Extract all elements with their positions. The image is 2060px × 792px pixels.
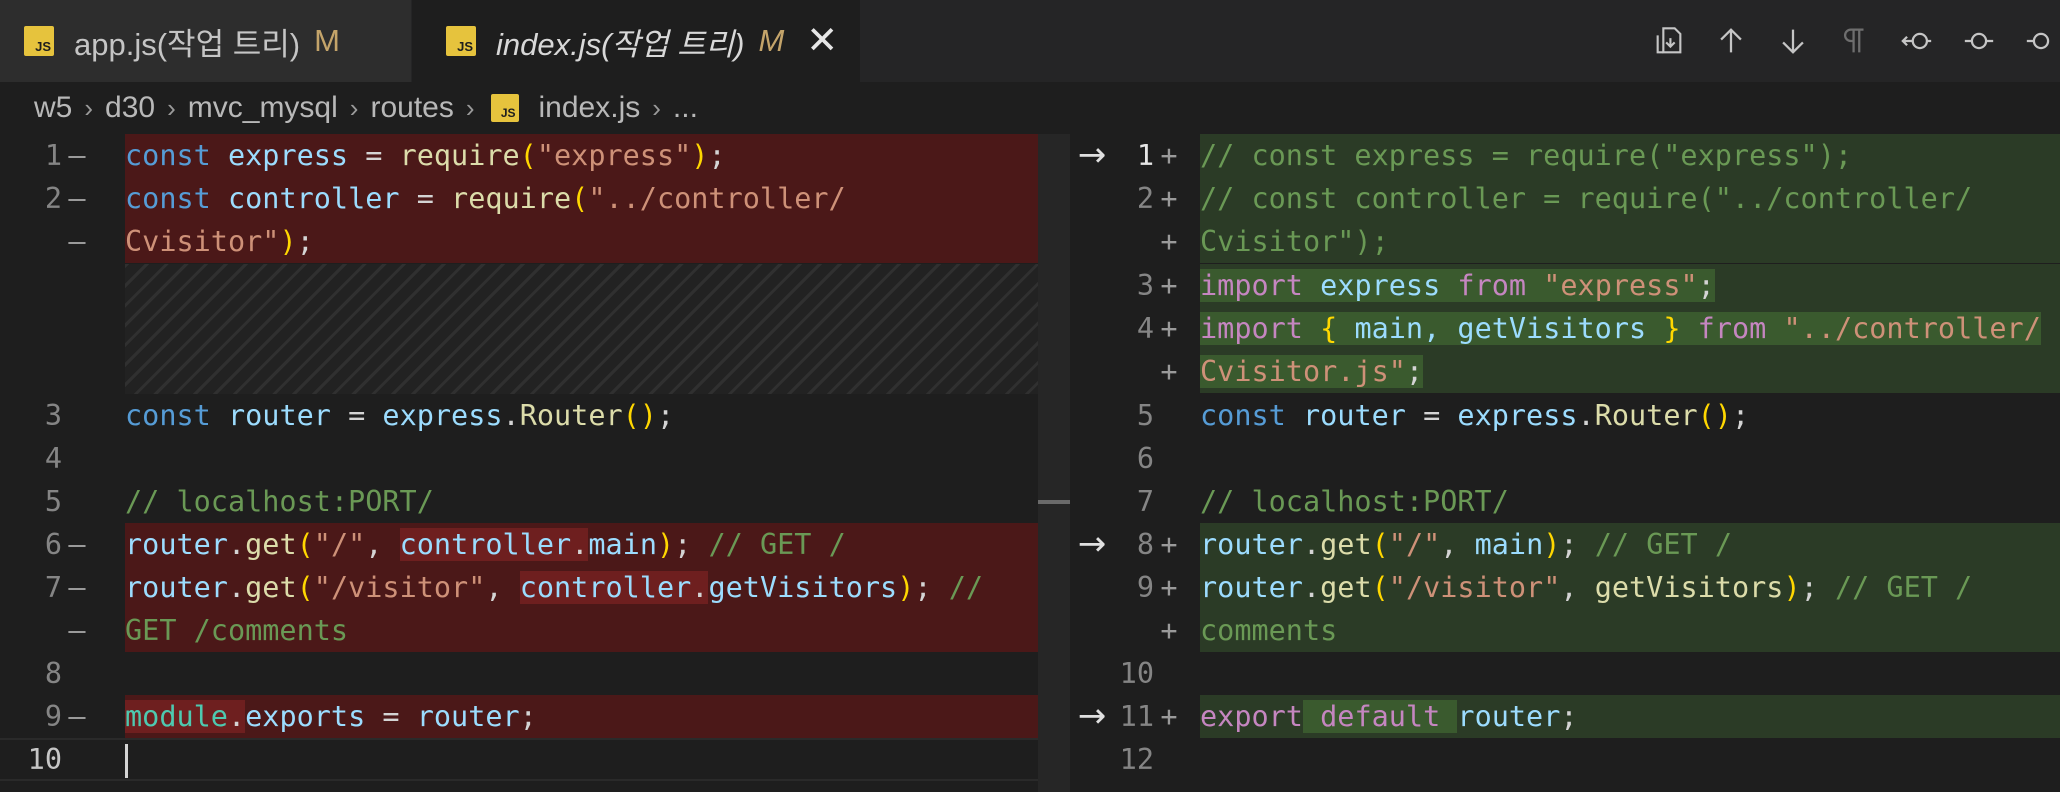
code-line: 2 + // const controller = require("../con…	[1072, 177, 2060, 220]
code-line: 5 const router = express.Router();	[1136, 399, 1750, 432]
code-line: 1 + // const express = require("express")…	[1072, 134, 2060, 177]
diff-modified-pane[interactable]: 1 + // const express = require("express")…	[1072, 134, 2060, 792]
breadcrumb-item[interactable]: index.js	[539, 91, 641, 125]
tab-app-js[interactable]: JS app.js(작업 트리) M	[0, 0, 412, 82]
chevron-right-icon: ›	[652, 92, 661, 123]
js-file-icon: JS	[24, 26, 54, 56]
code-line: 8 + router.get("/", main); // GET /	[1072, 523, 2060, 566]
code-line: 9— module.exports = router;	[0, 695, 1072, 738]
open-file-icon[interactable]	[1650, 22, 1688, 60]
revert-icon[interactable]	[1898, 22, 1936, 60]
code-line-wrapped: — Cvisitor");	[0, 220, 1072, 263]
js-file-icon: JS	[490, 94, 519, 122]
code-line: 4 + import { main, getVisitors } from "..…	[1072, 307, 2060, 350]
breadcrumb-item[interactable]: routes	[370, 91, 453, 125]
tab-bar: JS app.js(작업 트리) M JS index.js(작업 트리) M …	[0, 0, 2060, 82]
inline-view-icon[interactable]	[1960, 22, 1998, 60]
chevron-right-icon: ›	[84, 92, 94, 123]
breadcrumb-item[interactable]: mvc_mysql	[188, 91, 338, 125]
diff-original-pane[interactable]: 1— const express = require("express"); 2…	[0, 134, 1072, 792]
chevron-right-icon: ›	[465, 92, 475, 123]
code-line: 8	[44, 657, 62, 690]
diff-filler-hatch	[125, 264, 1070, 394]
code-line: 6— router.get("/", controller.main); // …	[0, 523, 1072, 566]
chevron-right-icon: ›	[167, 92, 176, 123]
text-cursor	[125, 744, 128, 778]
breadcrumb-item[interactable]: d30	[105, 91, 155, 125]
previous-change-icon[interactable]	[1712, 22, 1750, 60]
js-file-icon: JS	[446, 26, 476, 56]
code-line: 1— const express = require("express");	[0, 134, 1072, 177]
chevron-right-icon: ›	[349, 92, 359, 123]
modified-badge: M	[758, 23, 785, 58]
code-line-current[interactable]: 10	[0, 738, 1072, 781]
code-line: 10	[1119, 657, 1154, 690]
code-line: 12	[1119, 743, 1154, 776]
tab-label: index.js(작업 트리)	[496, 26, 745, 62]
code-line: 5 // localhost:PORT/	[44, 485, 434, 518]
code-line-wrapped: + Cvisitor");	[1072, 220, 2060, 263]
code-line: 11 + export default router;	[1072, 695, 2060, 738]
breadcrumb-item[interactable]: ...	[673, 91, 698, 125]
code-line: 7 // localhost:PORT/	[1136, 485, 1509, 518]
code-line: 7— router.get("/visitor", controller.get…	[0, 566, 1072, 609]
more-icon[interactable]	[2022, 22, 2060, 60]
code-line-wrapped: + comments	[1072, 609, 2060, 652]
editor-toolbar	[1650, 0, 2060, 82]
breadcrumb-item[interactable]: w5	[34, 91, 72, 125]
code-line: 3 const router = express.Router();	[44, 399, 675, 432]
code-line-wrapped: — GET /comments	[0, 609, 1072, 652]
modified-badge: M	[314, 23, 340, 58]
close-tab-icon[interactable]: ✕	[806, 22, 838, 60]
breadcrumb: w5 › d30 › mvc_mysql › routes › JS index…	[34, 88, 698, 128]
code-line: 9 + router.get("/visitor", getVisitors); …	[1072, 566, 2060, 609]
code-line: 3 + import express from "express";	[1072, 264, 2060, 307]
vertical-scrollbar[interactable]	[1038, 134, 1070, 792]
code-line: 6	[1136, 442, 1154, 475]
toggle-whitespace-icon[interactable]	[1836, 22, 1874, 60]
next-change-icon[interactable]	[1774, 22, 1812, 60]
tab-label: app.js(작업 트리)	[74, 26, 301, 62]
tab-index-js[interactable]: JS index.js(작업 트리) M ✕	[412, 0, 860, 82]
code-line: 2— const controller = require("../contro…	[0, 177, 1072, 220]
scrollbar-thumb[interactable]	[1038, 500, 1070, 504]
code-line: 4	[44, 442, 62, 475]
code-line-wrapped: + Cvisitor.js";	[1072, 350, 2060, 393]
